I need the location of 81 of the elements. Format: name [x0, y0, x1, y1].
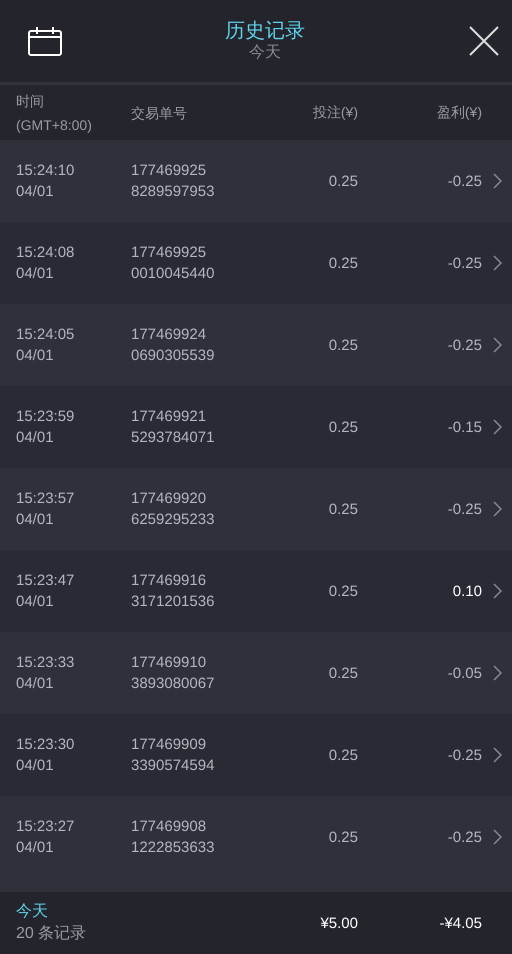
- table-row[interactable]: 15:23:27 04/01 177469908 1222853633 0.25 -0.25: [0, 796, 512, 878]
- total-stake: ¥5.00: [319, 914, 358, 932]
- time-cell-text: 15:23:57: [16, 489, 76, 509]
- chevron-right-icon: [492, 583, 502, 599]
- table-row[interactable]: 15:24:10 04/01 177469925 8289597953 0.25 -0.25: [0, 140, 512, 222]
- stake-cell-text: 0.25: [328, 336, 358, 354]
- total-profit: -¥4.05: [438, 914, 482, 932]
- column-header: 盈利(¥): [436, 104, 482, 122]
- chevron-right-icon: [492, 747, 502, 763]
- date-cell-text: 04/01: [16, 592, 55, 612]
- table-row[interactable]: 15:23:57 04/01 177469920 6259295233 0.25 -0.25: [0, 468, 512, 550]
- profit-cell-text: -0.25: [446, 746, 482, 764]
- stake-cell-text: 0.25: [328, 828, 358, 846]
- time-cell-text: 15:23:27: [16, 817, 76, 837]
- table-row[interactable]: 15:23:33 04/01 177469910 3893080067 0.25 -0.05: [0, 632, 512, 714]
- chevron-right-icon: [492, 829, 502, 845]
- order-id-cell-text: 5293784071: [131, 428, 216, 448]
- order-id-cell-text: 177469916: [131, 571, 208, 591]
- date-cell-text: 04/01: [16, 510, 55, 530]
- date-cell-text: 04/01: [16, 346, 55, 366]
- order-id-cell-text: 177469924: [131, 325, 208, 345]
- stake-cell-text: 0.25: [328, 500, 358, 518]
- time-cell-text: 15:24:08: [16, 243, 76, 263]
- chevron-right-icon: [492, 255, 502, 271]
- order-id-cell-text: 0010045440: [131, 264, 216, 284]
- profit-cell-text: -0.15: [446, 418, 482, 436]
- time-cell-text: 15:24:05: [16, 325, 76, 345]
- chevron-right-icon: [492, 501, 502, 517]
- calendar-icon[interactable]: [28, 26, 62, 56]
- order-id-cell-text: 177469925: [131, 243, 208, 263]
- close-icon[interactable]: [468, 25, 500, 57]
- order-id-cell-text: 3390574594: [131, 756, 216, 776]
- date-cell-text: 04/01: [16, 756, 55, 776]
- chevron-right-icon: [492, 419, 502, 435]
- window-title: 历史记录: [225, 19, 305, 43]
- order-id-cell-text: 177469920: [131, 489, 208, 509]
- profit-cell-text: -0.25: [446, 828, 482, 846]
- time-cell-text: 15:24:10: [16, 161, 76, 181]
- period-label: 今天: [16, 902, 49, 922]
- record-count: 20 条记录: [16, 924, 88, 944]
- order-id-cell-text: 177469910: [131, 653, 208, 673]
- time-cell-text: 15:23:59: [16, 407, 76, 427]
- date-cell-text: 04/01: [16, 428, 55, 448]
- order-id-cell-text: 177469909: [131, 735, 208, 755]
- table-row[interactable]: 15:24:05 04/01 177469924 0690305539 0.25 -0.25: [0, 304, 512, 386]
- order-id-cell-text: 177469921: [131, 407, 208, 427]
- stake-cell-text: 0.25: [328, 582, 358, 600]
- column-header: 投注(¥): [312, 104, 358, 122]
- order-id-cell-text: 1222853633: [131, 838, 216, 858]
- date-cell-text: 04/01: [16, 182, 55, 202]
- time-cell-text: 15:23:47: [16, 571, 76, 591]
- stake-cell-text: 0.25: [328, 172, 358, 190]
- column-header: (GMT+8:00): [16, 116, 93, 135]
- order-id-cell-text: 3171201536: [131, 592, 216, 612]
- order-id-cell-text: 177469908: [131, 817, 208, 837]
- chevron-right-icon: [492, 173, 502, 189]
- order-id-cell-text: 0690305539: [131, 346, 216, 366]
- chevron-right-icon: [492, 337, 502, 353]
- chevron-right-icon: [492, 665, 502, 681]
- date-cell-text: 04/01: [16, 264, 55, 284]
- profit-cell-text: -0.25: [446, 500, 482, 518]
- time-cell-text: 15:23:30: [16, 735, 76, 755]
- profit-cell-text: 0.10: [452, 582, 482, 600]
- order-id-cell-text: 6259295233: [131, 510, 216, 530]
- date-filter-label: 今天: [249, 43, 281, 63]
- time-cell-text: 15:23:33: [16, 653, 76, 673]
- profit-cell-text: -0.05: [446, 664, 482, 682]
- profit-cell-text: -0.25: [446, 254, 482, 272]
- stake-cell-text: 0.25: [328, 254, 358, 272]
- column-header: 交易单号: [131, 104, 188, 122]
- order-id-cell-text: 177469925: [131, 161, 208, 181]
- date-cell-text: 04/01: [16, 674, 55, 694]
- date-cell-text: 04/01: [16, 838, 55, 858]
- order-id-cell-text: 8289597953: [131, 182, 216, 202]
- stake-cell-text: 0.25: [328, 418, 358, 436]
- order-id-cell-text: 3893080067: [131, 674, 216, 694]
- stake-cell-text: 0.25: [328, 664, 358, 682]
- column-header: 时间: [16, 92, 45, 110]
- profit-cell-text: -0.25: [446, 336, 482, 354]
- stake-cell-text: 0.25: [328, 746, 358, 764]
- profit-cell-text: -0.25: [446, 172, 482, 190]
